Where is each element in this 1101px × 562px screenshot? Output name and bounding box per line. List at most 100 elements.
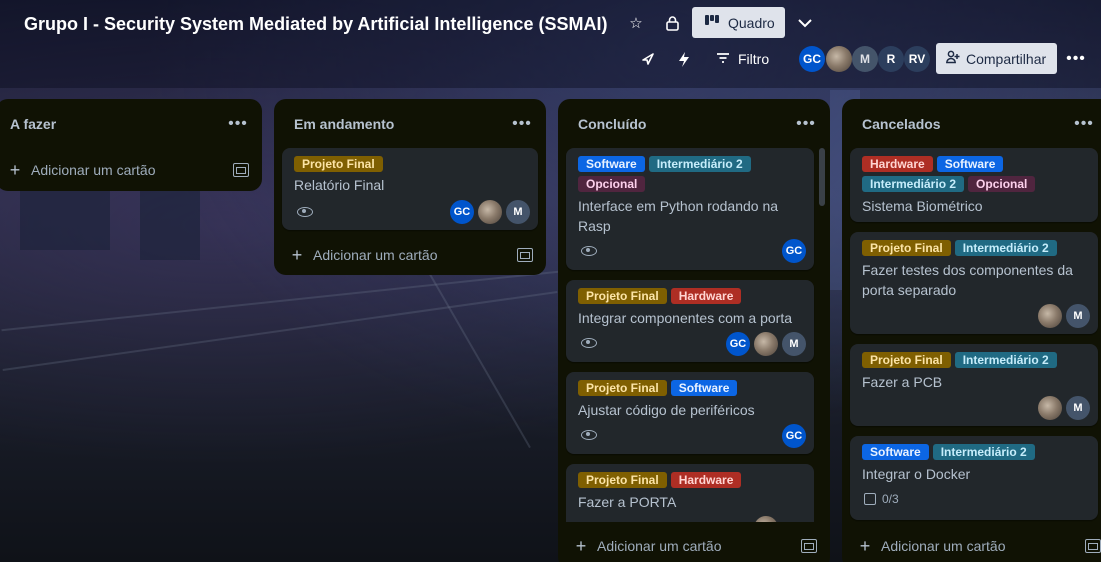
- plus-icon: +: [859, 535, 871, 556]
- card-member-avatar[interactable]: GC: [450, 200, 474, 224]
- background-rail: [429, 273, 531, 449]
- label-software[interactable]: Software: [578, 156, 645, 172]
- label-intermediario-2[interactable]: Intermediário 2: [954, 240, 1057, 256]
- add-card-label: Adicionar um cartão: [313, 247, 438, 263]
- label-hardware[interactable]: Hardware: [862, 156, 933, 172]
- card-title: Fazer testes dos componentes da porta se…: [862, 262, 1073, 298]
- label-hardware[interactable]: Hardware: [670, 288, 742, 304]
- card[interactable]: Projeto Final Hardware Fazer a PORTA: [566, 464, 814, 522]
- lock-icon[interactable]: [661, 12, 683, 34]
- label-projeto-final[interactable]: Projeto Final: [862, 240, 951, 256]
- share-button[interactable]: Compartilhar: [936, 43, 1057, 74]
- card-member-avatar[interactable]: GC: [726, 332, 750, 356]
- label-software[interactable]: Software: [670, 380, 738, 396]
- rocket-icon[interactable]: [637, 48, 659, 70]
- share-label: Compartilhar: [966, 50, 1047, 67]
- list-title[interactable]: Em andamento: [294, 116, 394, 132]
- label-intermediario-2[interactable]: Intermediário 2: [862, 176, 965, 192]
- card-labels: Projeto Final Hardware: [578, 472, 742, 488]
- card-member-avatar[interactable]: GC: [782, 239, 806, 263]
- card-member-avatar-photo[interactable]: [754, 516, 778, 522]
- template-icon[interactable]: [801, 539, 817, 553]
- label-opcional[interactable]: Opcional: [968, 176, 1036, 192]
- label-software[interactable]: Software: [936, 156, 1004, 172]
- card-title: Ajustar código de periféricos: [578, 402, 755, 418]
- list-header: Em andamento •••: [274, 99, 546, 149]
- label-projeto-final[interactable]: Projeto Final: [294, 156, 383, 172]
- card[interactable]: Projeto Final Relatório Final GC M: [282, 148, 538, 230]
- template-icon[interactable]: [1085, 539, 1101, 553]
- lightning-icon[interactable]: [673, 48, 695, 70]
- list-scrollbar[interactable]: [819, 148, 825, 206]
- card[interactable]: Software Intermediário 2 Opcional Interf…: [566, 148, 814, 270]
- eye-icon: [581, 430, 597, 440]
- card[interactable]: Projeto Final Intermediário 2 Fazer test…: [850, 232, 1098, 334]
- card-labels: Projeto Final: [294, 156, 383, 172]
- template-icon[interactable]: [517, 248, 533, 262]
- list-title[interactable]: A fazer: [10, 116, 56, 132]
- label-software[interactable]: Software: [862, 444, 929, 460]
- more-icon[interactable]: •••: [1072, 115, 1096, 133]
- filter-button[interactable]: Filtro: [716, 48, 769, 70]
- card[interactable]: Projeto Final Hardware Integrar componen…: [566, 280, 814, 362]
- filter-icon: [716, 51, 730, 67]
- card-member-avatar[interactable]: M: [782, 332, 806, 356]
- plus-icon: +: [291, 244, 303, 265]
- card-member-avatar[interactable]: M: [1066, 396, 1090, 420]
- add-card-button[interactable]: + Adicionar um cartão: [854, 529, 1006, 562]
- background-rail: [2, 291, 558, 371]
- chevron-down-icon[interactable]: [794, 12, 816, 34]
- template-icon[interactable]: [233, 163, 249, 177]
- add-card-label: Adicionar um cartão: [881, 538, 1006, 554]
- label-projeto-final[interactable]: Projeto Final: [578, 288, 667, 304]
- card[interactable]: Projeto Final Software Ajustar código de…: [566, 372, 814, 454]
- card-member-avatar-photo[interactable]: [478, 200, 502, 224]
- more-icon[interactable]: •••: [510, 115, 534, 133]
- board-title[interactable]: Grupo I - Security System Mediated by Ar…: [24, 12, 607, 36]
- add-card-label: Adicionar um cartão: [597, 538, 722, 554]
- label-intermediario-2[interactable]: Intermediário 2: [954, 352, 1057, 368]
- card-member-avatar[interactable]: M: [1066, 304, 1090, 328]
- card[interactable]: Hardware Software Intermediário 2 Opcion…: [850, 148, 1098, 222]
- list-header: Cancelados •••: [842, 99, 1101, 149]
- card-labels: Software Intermediário 2: [862, 444, 1035, 460]
- star-icon[interactable]: ☆: [625, 12, 647, 34]
- label-projeto-final[interactable]: Projeto Final: [578, 472, 667, 488]
- label-projeto-final[interactable]: Projeto Final: [862, 352, 951, 368]
- checklist-count: 0/3: [882, 492, 899, 506]
- card-member-avatar[interactable]: GC: [782, 424, 806, 448]
- card[interactable]: Projeto Final Intermediário 2 Fazer a PC…: [850, 344, 1098, 426]
- more-icon[interactable]: •••: [226, 115, 250, 133]
- add-card-button[interactable]: + Adicionar um cartão: [286, 238, 438, 272]
- list-concluido: Concluído ••• Software Intermediário 2 O…: [558, 99, 830, 562]
- label-hardware[interactable]: Hardware: [670, 472, 742, 488]
- list-title[interactable]: Concluído: [578, 116, 646, 132]
- member-avatar[interactable]: RV: [904, 46, 930, 72]
- member-avatar[interactable]: M: [852, 46, 878, 72]
- card-member-avatar-photo[interactable]: [1038, 304, 1062, 328]
- plus-icon: +: [575, 535, 587, 556]
- more-icon[interactable]: •••: [1064, 47, 1088, 71]
- card-member-avatar[interactable]: M: [506, 200, 530, 224]
- list-em-andamento: Em andamento ••• Projeto Final Relatório…: [274, 99, 546, 275]
- member-avatar[interactable]: GC: [799, 46, 825, 72]
- card-member-avatar-photo[interactable]: [1038, 396, 1062, 420]
- board-view-icon: [704, 14, 720, 31]
- add-card-button[interactable]: + Adicionar um cartão: [570, 529, 722, 562]
- board-view-button[interactable]: Quadro: [692, 7, 785, 38]
- add-card-button[interactable]: + Adicionar um cartão: [4, 153, 156, 187]
- card-title: Sistema Biométrico: [862, 198, 983, 214]
- more-icon[interactable]: •••: [794, 115, 818, 133]
- card-member-avatar-photo[interactable]: [754, 332, 778, 356]
- member-avatar-photo[interactable]: [826, 46, 852, 72]
- label-opcional[interactable]: Opcional: [578, 176, 646, 192]
- label-intermediario-2[interactable]: Intermediário 2: [932, 444, 1035, 460]
- card-labels: Projeto Final Intermediário 2: [862, 352, 1057, 368]
- label-projeto-final[interactable]: Projeto Final: [578, 380, 667, 396]
- label-intermediario-2[interactable]: Intermediário 2: [648, 156, 751, 172]
- list-title[interactable]: Cancelados: [862, 116, 941, 132]
- member-avatar[interactable]: R: [878, 46, 904, 72]
- card-labels: Projeto Final Intermediário 2: [862, 240, 1057, 256]
- card-title: Integrar o Docker: [862, 466, 971, 482]
- card[interactable]: Software Intermediário 2 Integrar o Dock…: [850, 436, 1098, 520]
